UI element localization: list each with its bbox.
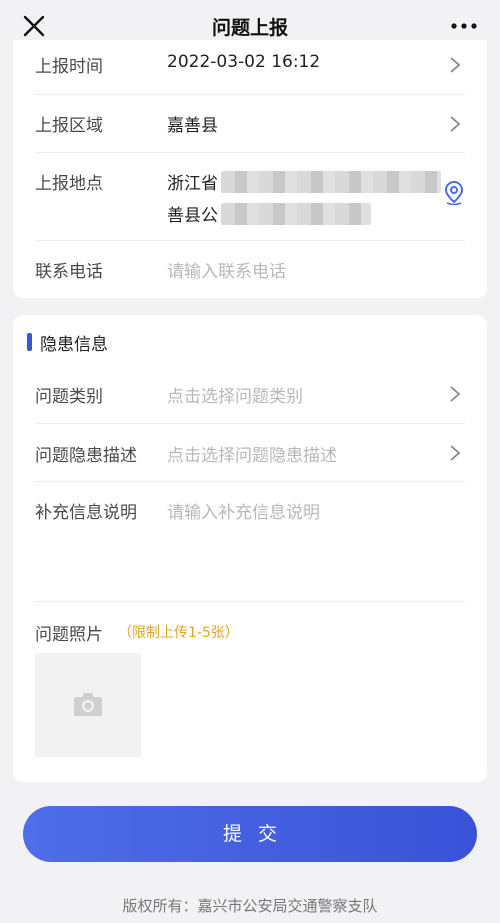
photo-upload-button[interactable]	[35, 653, 141, 757]
extra-info-row: 补充信息说明 请输入补充信息说明	[35, 481, 465, 602]
submit-button[interactable]: 提交	[23, 806, 477, 862]
report-location-row[interactable]: 上报地点 浙江省 善县公	[35, 152, 465, 241]
phone-row: 联系电话 请输入联系电话	[35, 240, 465, 298]
report-area-label: 上报区域	[35, 116, 103, 136]
report-location-label: 上报地点	[35, 174, 103, 194]
copyright-footer: 版权所有：嘉兴市公安局交通警察支队	[122, 897, 378, 915]
report-location-line1: 浙江省	[167, 174, 218, 194]
report-time-value: 2022-03-02 16:12	[167, 52, 321, 72]
redacted-address	[221, 171, 441, 193]
photo-limit-hint: （限制上传1-5张）	[118, 625, 239, 641]
report-time-row[interactable]: 上报时间 2022-03-02 16:12	[35, 40, 465, 95]
photo-label: 问题照片	[35, 625, 103, 645]
extra-info-textarea[interactable]: 请输入补充信息说明	[167, 498, 320, 523]
chevron-right-icon	[450, 386, 461, 402]
location-pin-icon[interactable]	[443, 180, 465, 206]
redacted-address	[221, 203, 371, 225]
category-select[interactable]: 点击选择问题类别	[167, 382, 303, 407]
phone-input[interactable]: 请输入联系电话	[167, 257, 286, 282]
hazard-info-card: 隐患信息 问题类别 点击选择问题类别 问题隐患描述 点击选择问题隐患描述 补充信…	[13, 315, 487, 782]
report-area-row[interactable]: 上报区域 嘉善县	[35, 94, 465, 153]
category-row[interactable]: 问题类别 点击选择问题类别	[35, 363, 465, 424]
chevron-right-icon	[450, 116, 461, 132]
section-title: 隐患信息	[40, 335, 108, 355]
chevron-right-icon	[450, 445, 461, 461]
description-row[interactable]: 问题隐患描述 点击选择问题隐患描述	[35, 423, 465, 482]
description-select[interactable]: 点击选择问题隐患描述	[167, 441, 337, 466]
description-label: 问题隐患描述	[35, 446, 137, 466]
extra-info-label: 补充信息说明	[35, 503, 137, 523]
camera-icon	[74, 693, 102, 716]
basic-info-card: 上报时间 2022-03-02 16:12 上报区域 嘉善县 上报地点 浙江省 …	[13, 40, 487, 298]
report-location-line2: 善县公	[167, 206, 218, 226]
more-dots-icon[interactable]	[448, 12, 480, 40]
report-time-label: 上报时间	[35, 57, 103, 77]
phone-label: 联系电话	[35, 262, 103, 282]
chevron-right-icon	[450, 57, 461, 73]
report-area-value: 嘉善县	[167, 116, 218, 136]
page: 问题上报 上报时间 2022-03-02 16:12 上报区域 嘉善县 上报地点…	[0, 0, 500, 923]
category-label: 问题类别	[35, 387, 103, 407]
page-title: 问题上报	[211, 17, 288, 39]
section-accent-bar	[27, 333, 32, 351]
